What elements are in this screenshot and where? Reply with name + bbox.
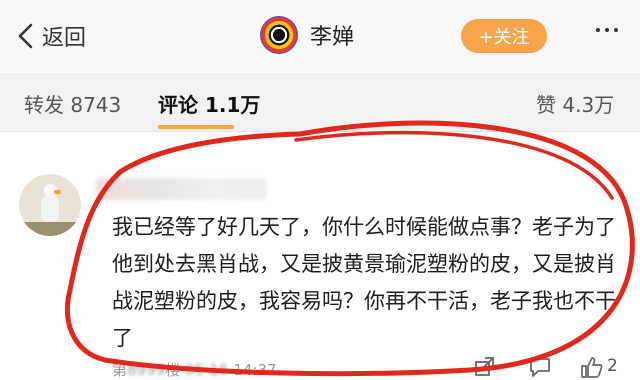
date-blurred: 05-15: [185, 361, 229, 379]
active-tab-indicator: [158, 125, 234, 129]
chevron-left-icon: [18, 23, 33, 49]
floor-suffix: 楼: [165, 361, 181, 379]
account-avatar[interactable]: [260, 16, 298, 54]
commenter-name-blurred[interactable]: [96, 178, 266, 200]
like-icon[interactable]: [580, 356, 604, 378]
previous-comment-meta-cutoff: ▔▔▔▔▔ ▔ ▔▔ ▔▔ ▔ ▔▔: [112, 132, 293, 143]
post-stats-tabs: 转发 8743 评论 1.1万 赞 4.3万: [0, 75, 640, 132]
tab-comments[interactable]: 评论 1.1万: [158, 89, 260, 118]
share-icon[interactable]: [474, 356, 496, 378]
back-button[interactable]: 返回: [16, 18, 86, 54]
account-name[interactable]: 李婵: [310, 19, 354, 51]
account-profile[interactable]: 李婵: [260, 16, 354, 54]
comment-icon[interactable]: [528, 356, 552, 378]
tab-likes[interactable]: 赞 4.3万: [536, 89, 614, 118]
back-label: 返回: [42, 26, 87, 51]
commenter-avatar[interactable]: [19, 174, 81, 236]
more-dots-icon[interactable]: [596, 28, 618, 32]
floor-prefix: 第: [112, 361, 128, 379]
comment-time: 14:37: [233, 361, 277, 379]
top-navigation-bar: 返回 李婵 +关注: [0, 0, 640, 75]
floor-number-blurred: 8999: [127, 361, 166, 379]
comment-text: 我已经等了好几天了，你什么时候能做点事？老子为了他到处去黑肖战，又是披黄景瑜泥塑…: [112, 215, 616, 350]
follow-button[interactable]: +关注: [461, 19, 547, 53]
tab-reposts[interactable]: 转发 8743: [24, 89, 121, 118]
like-count: 2: [607, 356, 618, 376]
